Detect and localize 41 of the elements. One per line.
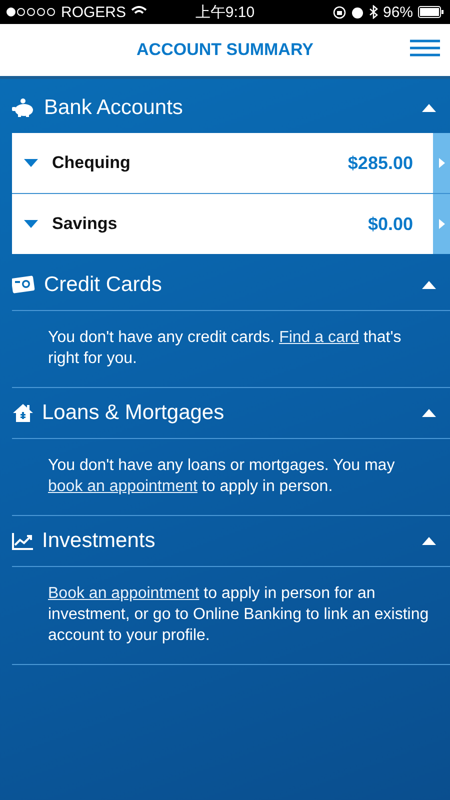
section-header[interactable]: Investments: [12, 516, 450, 567]
clock-time: 上午9:10: [195, 2, 255, 22]
account-balance: $285.00: [348, 152, 413, 174]
chevron-right-icon: [438, 158, 444, 168]
carrier-name: ROGERS: [61, 4, 126, 20]
alarm-icon: [350, 6, 364, 18]
section-title: Investments: [42, 529, 156, 553]
section-header[interactable]: Loans & Mortgages: [12, 388, 450, 439]
collapse-caret-icon[interactable]: [422, 409, 436, 417]
house-icon: [12, 403, 34, 423]
chevron-right-icon: [438, 219, 444, 229]
account-row[interactable]: Chequing $285.00: [12, 133, 450, 194]
account-name: Savings: [52, 214, 118, 234]
text-link[interactable]: book an appointment: [48, 478, 198, 495]
section-header[interactable]: Bank Accounts: [12, 83, 450, 133]
collapse-caret-icon[interactable]: [422, 537, 436, 545]
text-link[interactable]: Book an appointment: [48, 585, 200, 602]
expand-caret-icon[interactable]: [24, 159, 38, 167]
info-message: You don't have any loans or mortgages. You may book an appointment to apply in person.: [48, 456, 396, 497]
piggy-bank-icon: [12, 98, 36, 118]
rotation-lock-icon: [332, 6, 346, 18]
section-header[interactable]: Credit Cards: [12, 260, 450, 311]
battery-icon: [418, 6, 444, 18]
info-message: Book an appointment to apply in person for an investment, or go to Online Banking to link an existing account to your profile.: [48, 584, 430, 646]
info-message: You don't have any credit cards. Find a card that's right for you.: [48, 328, 402, 369]
line-chart-icon: [12, 532, 34, 550]
collapse-caret-icon[interactable]: [422, 104, 436, 112]
collapse-caret-icon[interactable]: [422, 281, 436, 289]
account-name: Chequing: [52, 153, 132, 173]
text-link[interactable]: Find a card: [279, 329, 360, 346]
section-title: Bank Accounts: [44, 96, 184, 120]
signal-icon: [6, 7, 56, 17]
section-title: Loans & Mortgages: [42, 401, 226, 425]
account-row[interactable]: Savings $0.00: [12, 194, 450, 254]
page-title: ACCOUNT SUMMARY: [136, 40, 314, 60]
credit-card-icon: [12, 275, 36, 295]
account-balance: $0.00: [368, 214, 413, 234]
expand-caret-icon[interactable]: [24, 220, 38, 228]
battery-percentage: 96%: [382, 4, 414, 20]
section-title: Credit Cards: [44, 273, 163, 297]
bluetooth-icon: [368, 5, 378, 19]
